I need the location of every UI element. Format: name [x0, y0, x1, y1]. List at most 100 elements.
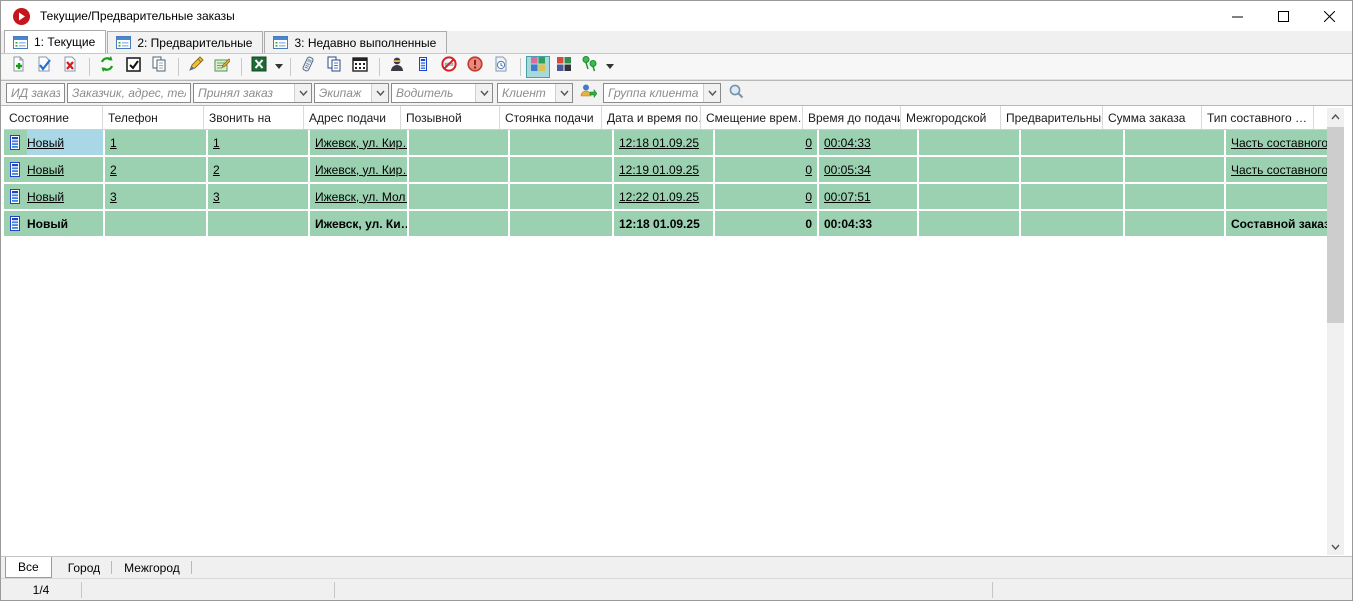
column-header-state[interactable]: Состояние — [4, 106, 103, 129]
cell-phone[interactable]: 2 — [105, 157, 206, 182]
cell-composite_type[interactable]: Часть составного — [1226, 130, 1338, 155]
edit-note-button[interactable] — [184, 56, 208, 78]
properties-button[interactable] — [210, 56, 234, 78]
cell-time_to[interactable]: 00:04:33 — [819, 211, 917, 236]
confirm-checkbox-button[interactable] — [121, 56, 145, 78]
table-row[interactable]: Новый11Ижевск, ул. Кир…12:18 01.09.25000… — [4, 130, 1340, 155]
cell-state[interactable]: Новый — [4, 157, 103, 182]
alert-button[interactable] — [463, 56, 487, 78]
search-button[interactable] — [725, 82, 747, 104]
cell-call_to[interactable]: 2 — [208, 157, 308, 182]
customer-search-input[interactable] — [67, 83, 191, 103]
client-search-button[interactable] — [577, 82, 599, 104]
chevron-down-icon[interactable] — [294, 84, 311, 102]
cell-time_to[interactable]: 00:04:33 — [819, 130, 917, 155]
cell-datetime[interactable]: 12:18 01.09.25 — [614, 130, 713, 155]
cell-offset[interactable]: 0 — [715, 211, 817, 236]
excel-dropdown-icon[interactable] — [273, 56, 285, 78]
cell-composite_type[interactable]: Часть составного — [1226, 157, 1338, 182]
minimize-button[interactable] — [1214, 1, 1260, 31]
column-header-callsign[interactable]: Позывной — [401, 106, 500, 129]
vertical-scrollbar[interactable] — [1327, 108, 1344, 555]
driver-button[interactable] — [385, 56, 409, 78]
close-button[interactable] — [1306, 1, 1352, 31]
map-pins-button[interactable] — [578, 56, 602, 78]
client-group-select[interactable]: Группа клиента — [603, 83, 721, 103]
cell-time_to[interactable]: 00:07:51 — [819, 184, 917, 209]
bottom-tab-city[interactable]: Город — [56, 557, 112, 578]
cell-time_to[interactable]: 00:05:34 — [819, 157, 917, 182]
phone-status-button[interactable] — [411, 56, 435, 78]
app-logo-icon — [13, 8, 30, 25]
took-order-select[interactable]: Принял заказ — [193, 83, 312, 103]
client-select[interactable]: Клиент — [497, 83, 573, 103]
maximize-button[interactable] — [1260, 1, 1306, 31]
cell-call_to[interactable]: 3 — [208, 184, 308, 209]
tab-current[interactable]: 1: Текущие — [4, 30, 106, 53]
copy-documents-button[interactable] — [322, 56, 346, 78]
tab-recent[interactable]: 3: Недавно выполненные — [264, 31, 447, 53]
table-row[interactable]: Новый Ижевск, ул. Ки… 12:18 01.09.25000:04… — [4, 211, 1340, 236]
cell-datetime[interactable]: 12:18 01.09.25 — [614, 211, 713, 236]
refresh-button[interactable] — [95, 56, 119, 78]
column-header-call_to[interactable]: Звонить на — [204, 106, 304, 129]
table-row[interactable]: Новый22Ижевск, ул. Кир…12:19 01.09.25000… — [4, 157, 1340, 182]
delete-order-button[interactable] — [58, 56, 82, 78]
scrollbar-thumb[interactable] — [1327, 127, 1344, 323]
bottom-tab-all[interactable]: Все — [5, 557, 52, 578]
copy-order-button[interactable] — [147, 56, 171, 78]
column-header-offset[interactable]: Смещение врем… — [701, 106, 803, 129]
column-header-order_sum[interactable]: Сумма заказа — [1103, 106, 1202, 129]
groups-toggle-button[interactable] — [526, 56, 550, 78]
cell-address[interactable]: Ижевск, ул. Мол… — [310, 184, 407, 209]
column-header-composite_type[interactable]: Тип составного … — [1202, 106, 1314, 129]
export-excel-button[interactable] — [247, 56, 271, 78]
chevron-down-icon[interactable] — [371, 84, 388, 102]
chevron-down-icon[interactable] — [475, 84, 492, 102]
cell-offset[interactable]: 0 — [715, 130, 817, 155]
column-header-preliminary[interactable]: Предварительный — [1001, 106, 1103, 129]
column-header-stand[interactable]: Стоянка подачи — [500, 106, 602, 129]
cell-datetime[interactable]: 12:22 01.09.25 — [614, 184, 713, 209]
cell-state[interactable]: Новый — [4, 130, 103, 155]
cell-datetime[interactable]: 12:19 01.09.25 — [614, 157, 713, 182]
status-separator — [992, 582, 993, 598]
no-smoking-button[interactable] — [437, 56, 461, 78]
cell-composite_type[interactable]: Составной заказ — [1226, 211, 1338, 236]
chevron-down-icon[interactable] — [555, 84, 572, 102]
chevron-down-icon[interactable] — [703, 84, 720, 102]
phone-status-icon — [9, 216, 21, 231]
calendar-button[interactable] — [348, 56, 372, 78]
table-row[interactable]: Новый33Ижевск, ул. Мол…12:22 01.09.25000… — [4, 184, 1340, 209]
column-header-address[interactable]: Адрес подачи — [304, 106, 401, 129]
column-header-phone[interactable]: Телефон — [103, 106, 204, 129]
cell-text: 2 — [213, 163, 220, 177]
order-time-button[interactable] — [489, 56, 513, 78]
cell-address[interactable]: Ижевск, ул. Кир… — [310, 130, 407, 155]
add-order-button[interactable] — [6, 56, 30, 78]
cell-offset[interactable]: 0 — [715, 157, 817, 182]
scroll-up-icon[interactable] — [1327, 108, 1344, 125]
cell-offset[interactable]: 0 — [715, 184, 817, 209]
column-header-time_to[interactable]: Время до подачи — [803, 106, 901, 129]
edit-order-button[interactable] — [32, 56, 56, 78]
column-header-intercity[interactable]: Межгородской — [901, 106, 1001, 129]
map-pins-dropdown-icon[interactable] — [604, 56, 616, 78]
scroll-down-icon[interactable] — [1327, 538, 1344, 555]
cell-address[interactable]: Ижевск, ул. Ки… — [310, 211, 407, 236]
tab-preliminary[interactable]: 2: Предварительные — [107, 31, 263, 53]
cell-address[interactable]: Ижевск, ул. Кир… — [310, 157, 407, 182]
driver-select[interactable]: Водитель — [391, 83, 493, 103]
cell-callsign — [409, 211, 508, 236]
order-id-input[interactable] — [6, 83, 65, 103]
cell-state[interactable]: Новый — [4, 211, 103, 236]
groups-alt-button[interactable] — [552, 56, 576, 78]
cell-phone[interactable]: 1 — [105, 130, 206, 155]
cell-phone[interactable]: 3 — [105, 184, 206, 209]
phone-call-button[interactable] — [296, 56, 320, 78]
cell-state[interactable]: Новый — [4, 184, 103, 209]
crew-select[interactable]: Экипаж — [314, 83, 389, 103]
column-header-datetime[interactable]: Дата и время по… — [602, 106, 701, 129]
cell-call_to[interactable]: 1 — [208, 130, 308, 155]
bottom-tab-intercity[interactable]: Межгород — [112, 557, 192, 578]
